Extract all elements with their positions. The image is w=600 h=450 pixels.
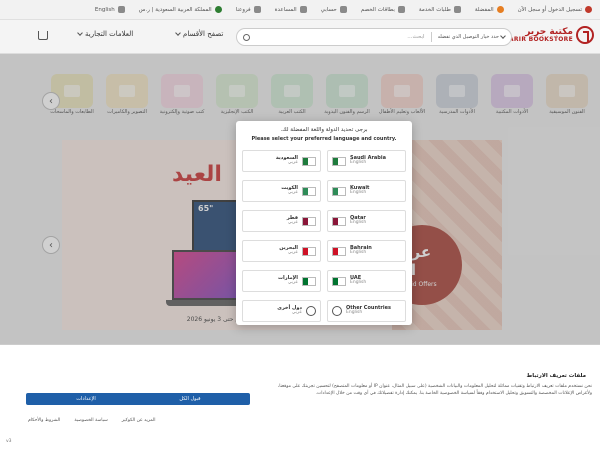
country-option[interactable]: الكويت عربي — [242, 180, 321, 202]
branches-link[interactable]: فروعنا — [236, 6, 261, 13]
country-language: عربي — [287, 160, 298, 166]
delivery-location-selector[interactable]: حدد خيار التوصيل الذي تفضله — [438, 33, 506, 40]
country-option[interactable]: Qatar English — [327, 210, 406, 232]
discount-cards-link[interactable]: بطاقات الخصم — [361, 6, 405, 13]
cookie-link-more[interactable]: المزيد عن الكوكيز — [122, 418, 156, 423]
flag-icon — [302, 156, 316, 166]
help-link[interactable]: المساعدة — [275, 6, 307, 13]
country-language-modal: برجى تحديد الدولة واللغة المفضلة لك. Ple… — [236, 121, 412, 325]
accept-all-button[interactable]: قبول الكل — [130, 393, 250, 405]
flag-icon — [332, 246, 346, 256]
country-option[interactable]: Bahrain English — [327, 240, 406, 262]
globe-icon — [332, 306, 342, 316]
country-language: English — [350, 250, 367, 256]
country-language: English — [350, 160, 367, 166]
country-language: عربي — [287, 250, 298, 256]
clipboard-icon — [453, 6, 461, 13]
grid-icon — [339, 6, 347, 13]
flag-icon — [332, 216, 346, 226]
country-selector[interactable]: المملكة العربية السعودية | ر.س — [139, 6, 222, 13]
search-bar[interactable]: حدد خيار التوصيل الذي تفضله ابحث... — [236, 28, 512, 46]
flag-icon — [302, 216, 316, 226]
logo-mark-icon — [576, 26, 594, 44]
chevron-down-icon — [500, 33, 506, 39]
search-input[interactable]: ابحث... — [250, 34, 424, 40]
cookie-body: نحن نستخدم ملفات تعريف الارتباط وتقنيات … — [277, 384, 592, 396]
flag-icon — [302, 246, 316, 256]
country-option[interactable]: السعودية عربي — [242, 150, 321, 172]
cookie-consent-bar: ملفات تعريف الارتباط نحن نستخدم ملفات تع… — [0, 344, 600, 450]
top-utility-bar: تسجيل الدخول أو سجل الآن المفضلة طلبات ا… — [0, 0, 600, 20]
search-icon[interactable] — [243, 33, 250, 41]
service-requests-link[interactable]: طلبات الخدمة — [419, 6, 461, 13]
country-language: عربي — [287, 280, 298, 286]
wishlist-link[interactable]: المفضلة — [475, 6, 504, 13]
cart-icon[interactable] — [38, 31, 48, 40]
location-pin-icon — [253, 6, 261, 13]
country-option[interactable]: قطر عربي — [242, 210, 321, 232]
language-selector[interactable]: English — [95, 6, 125, 13]
country-language: English — [350, 280, 367, 286]
main-header: مكتبة جرير JARIR BOOKSTORE حدد خيار التو… — [0, 20, 600, 54]
settings-button[interactable]: الإعدادات — [26, 393, 146, 405]
help-icon — [299, 6, 307, 13]
country-language: عربي — [291, 310, 302, 316]
flag-icon — [302, 276, 316, 286]
flag-icon — [332, 186, 346, 196]
flag-icon — [332, 276, 346, 286]
flag-icon — [332, 156, 346, 166]
cookie-link-privacy[interactable]: سياسة الخصوصية — [74, 418, 107, 423]
country-language: عربي — [287, 190, 298, 196]
globe-icon — [117, 6, 125, 13]
chevron-down-icon — [175, 30, 181, 36]
country-option[interactable]: Kuwait English — [327, 180, 406, 202]
country-option[interactable]: البحرين عربي — [242, 240, 321, 262]
account-link[interactable]: تسجيل الدخول أو سجل الآن — [518, 6, 592, 13]
my-account-link[interactable]: حسابي — [321, 6, 347, 13]
flag-icon — [302, 186, 316, 196]
cookie-title: ملفات تعريف الارتباط — [526, 373, 586, 379]
version-label: v3 — [6, 439, 12, 444]
logo-en-text: JARIR BOOKSTORE — [506, 35, 573, 43]
cookie-links: المزيد عن الكوكيز سياسة الخصوصية الشروط … — [28, 418, 156, 423]
modal-title-en: Please select your preferred language an… — [251, 136, 397, 142]
country-language: English — [350, 220, 367, 226]
browse-categories-button[interactable]: تصفح الأقسام — [175, 30, 223, 38]
country-option[interactable]: دول أخرى عربي — [242, 300, 321, 322]
flag-icon — [214, 6, 222, 13]
country-language: English — [346, 310, 363, 316]
country-option[interactable]: الإمارات عربي — [242, 270, 321, 292]
country-option[interactable]: UAE English — [327, 270, 406, 292]
globe-icon — [306, 306, 316, 316]
country-language: عربي — [287, 220, 298, 226]
site-logo[interactable]: مكتبة جرير JARIR BOOKSTORE — [506, 26, 594, 44]
country-option[interactable]: Other Countries English — [327, 300, 406, 322]
country-option[interactable]: Saudi Arabia English — [327, 150, 406, 172]
card-icon — [397, 6, 405, 13]
brands-button[interactable]: العلامات التجارية — [77, 30, 133, 38]
chevron-down-icon — [77, 30, 83, 36]
modal-title-ar: برجى تحديد الدولة واللغة المفضلة لك. — [280, 127, 368, 133]
cookie-link-terms[interactable]: الشروط والأحكام — [28, 418, 60, 423]
heart-icon — [496, 6, 504, 13]
country-options-grid: السعودية عربي Saudi Arabia English الكويت عرب… — [242, 150, 406, 322]
user-icon — [585, 6, 592, 13]
country-language: English — [350, 190, 367, 196]
